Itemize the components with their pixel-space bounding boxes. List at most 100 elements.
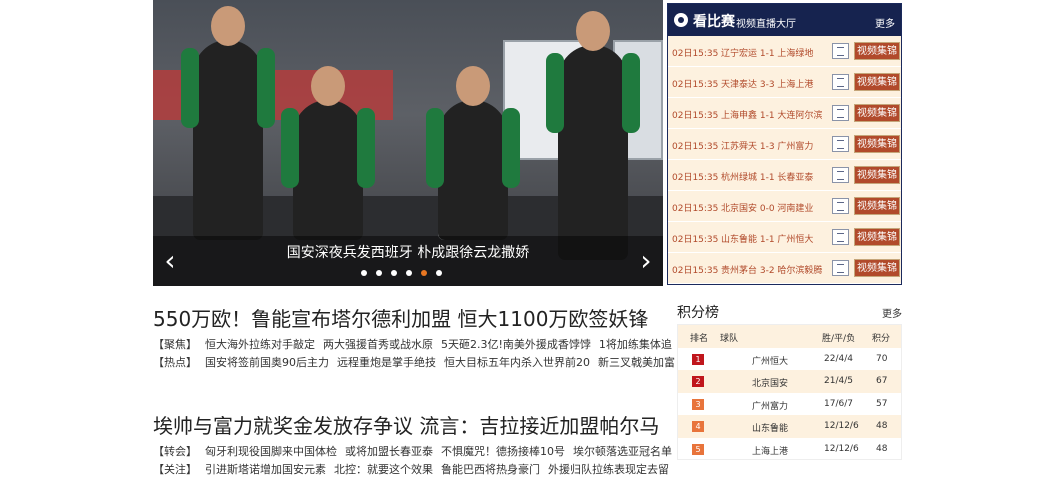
news-link[interactable]: 埃尔顿落选亚冠名单 bbox=[573, 445, 672, 458]
rank-badge: 3 bbox=[692, 398, 704, 410]
slider-dot[interactable] bbox=[436, 270, 442, 276]
team-name-link[interactable]: 上海上港 bbox=[752, 444, 788, 457]
slider-dot[interactable] bbox=[421, 270, 427, 276]
match-detail-icon[interactable] bbox=[832, 260, 849, 276]
header-record: 胜/平/负 bbox=[822, 334, 856, 344]
match-teams-link[interactable]: 山东鲁能 1-1 广州恒大 bbox=[721, 232, 813, 245]
match-teams-link[interactable]: 杭州绿城 1-1 长春亚泰 bbox=[721, 170, 813, 183]
player-figure bbox=[181, 6, 275, 240]
football-icon bbox=[674, 13, 688, 27]
news-link[interactable]: 外援归队拉练表现定去留 bbox=[548, 463, 669, 476]
standings-more-link[interactable]: 更多 bbox=[882, 305, 902, 320]
news-link[interactable]: 两大强援首秀或战水原 bbox=[323, 338, 433, 351]
match-detail-icon[interactable] bbox=[832, 74, 849, 90]
standings-table: 排名 球队 胜/平/负 积分 1 广州恒大 22/4/4 70 2 北京国安 21/4/5 6… bbox=[677, 324, 902, 460]
news-line: 【热点】 国安将签前国奥90后主力 远程重炮是掌手绝技 恒大目标五年内杀入世界前20 新… bbox=[153, 354, 683, 370]
team-record: 12/12/6 bbox=[824, 443, 859, 454]
news-link[interactable]: 匈牙利现役国脚来中国体检 bbox=[205, 445, 337, 458]
match-teams-link[interactable]: 天津泰达 3-3 上海上港 bbox=[721, 77, 813, 90]
match-detail-icon[interactable] bbox=[832, 105, 849, 121]
news-link[interactable]: 恒大目标五年内杀入世界前20 bbox=[444, 356, 590, 369]
team-name-link[interactable]: 北京国安 bbox=[752, 376, 788, 389]
match-panel-header: 看比赛 视频直播大厅 更多 bbox=[668, 4, 901, 36]
match-time: 02日15:35 bbox=[672, 111, 719, 121]
standings-rows: 1 广州恒大 22/4/4 70 2 北京国安 21/4/5 67 3 广州富力 17/6/7 57 4… bbox=[678, 348, 901, 461]
team-name-link[interactable]: 广州恒大 bbox=[752, 354, 788, 367]
news-link[interactable]: 国安将签前国奥90后主力 bbox=[205, 356, 329, 369]
slider-dots bbox=[361, 270, 442, 276]
video-highlights-button[interactable]: 视频集锦 bbox=[854, 228, 900, 246]
standings-title: 积分榜 bbox=[677, 305, 719, 321]
news-link[interactable]: 或将加盟长春亚泰 bbox=[345, 445, 433, 458]
match-teams-link[interactable]: 贵州茅台 3-2 哈尔滨毅腾 bbox=[721, 263, 822, 276]
news-link[interactable]: 北控：就要这个效果 bbox=[334, 463, 433, 476]
header-points: 积分 bbox=[872, 334, 891, 344]
match-row: 02日15:35 天津泰达 3-3 上海上港 视频集锦 bbox=[668, 67, 901, 98]
team-points: 67 bbox=[876, 376, 888, 387]
match-detail-icon[interactable] bbox=[832, 43, 849, 59]
match-row: 02日15:35 贵州茅台 3-2 哈尔滨毅腾 视频集锦 bbox=[668, 253, 901, 284]
match-row: 02日15:35 江苏舜天 1-3 广州富力 视频集锦 bbox=[668, 129, 901, 160]
video-highlights-button[interactable]: 视频集锦 bbox=[854, 259, 900, 277]
team-record: 21/4/5 bbox=[824, 376, 853, 387]
match-detail-icon[interactable] bbox=[832, 198, 849, 214]
standings-row: 5 上海上港 12/12/6 48 bbox=[678, 438, 901, 461]
headline-2[interactable]: 埃帅与富力就奖金发放存争议 流言：吉拉接近加盟帕尔马 bbox=[153, 410, 659, 439]
standings-row: 2 北京国安 21/4/5 67 bbox=[678, 370, 901, 393]
news-line: 【转会】 匈牙利现役国脚来中国体检 或将加盟长春亚泰 不惧魔咒！德扬接棒10号 埃尔顿落… bbox=[153, 443, 680, 459]
news-tag: 【聚焦】 bbox=[153, 338, 197, 351]
match-time: 02日15:35 bbox=[672, 235, 719, 245]
match-more-link[interactable]: 更多 bbox=[875, 15, 895, 30]
news-link[interactable]: 5天砸2.3亿!南美外援成香饽饽 bbox=[441, 338, 591, 351]
match-detail-icon[interactable] bbox=[832, 167, 849, 183]
player-figure bbox=[281, 66, 375, 240]
news-link[interactable]: 1将加练集体追 bbox=[599, 338, 672, 351]
slider-dot[interactable] bbox=[391, 270, 397, 276]
slider-dot[interactable] bbox=[361, 270, 367, 276]
match-row: 02日15:35 北京国安 0-0 河南建业 视频集锦 bbox=[668, 191, 901, 222]
match-detail-icon[interactable] bbox=[832, 136, 849, 152]
news-link[interactable]: 远程重炮是掌手绝技 bbox=[337, 356, 436, 369]
video-highlights-button[interactable]: 视频集锦 bbox=[854, 166, 900, 184]
video-highlights-button[interactable]: 视频集锦 bbox=[854, 42, 900, 60]
slider-dot[interactable] bbox=[376, 270, 382, 276]
news-link[interactable]: 不惧魔咒！德扬接棒10号 bbox=[441, 445, 565, 458]
news-link[interactable]: 引进斯塔诺增加国安元素 bbox=[205, 463, 326, 476]
news-tag: 【转会】 bbox=[153, 445, 197, 458]
rank-badge: 4 bbox=[692, 421, 704, 433]
video-highlights-button[interactable]: 视频集锦 bbox=[854, 135, 900, 153]
match-time: 02日15:35 bbox=[672, 49, 719, 59]
player-figure bbox=[426, 66, 520, 240]
match-time: 02日15:35 bbox=[672, 266, 719, 276]
video-highlights-button[interactable]: 视频集锦 bbox=[854, 104, 900, 122]
news-link[interactable]: 鲁能巴西将热身豪门 bbox=[441, 463, 540, 476]
video-highlights-button[interactable]: 视频集锦 bbox=[854, 73, 900, 91]
next-arrow-icon[interactable]: › bbox=[637, 243, 655, 279]
rank-badge: 2 bbox=[692, 376, 704, 388]
sports-page: 国安深夜兵发西班牙 朴成跟徐云龙撒娇 ‹ › 看比赛 视频直播大厅 更多 02日… bbox=[0, 0, 1050, 480]
news-link[interactable]: 恒大海外拉练对手敲定 bbox=[205, 338, 315, 351]
video-highlights-button[interactable]: 视频集锦 bbox=[854, 197, 900, 215]
news-link[interactable]: 新三叉戟美加富 bbox=[598, 356, 675, 369]
team-name-link[interactable]: 山东鲁能 bbox=[752, 421, 788, 434]
match-teams-link[interactable]: 江苏舜天 1-3 广州富力 bbox=[721, 139, 813, 152]
headline-1[interactable]: 550万欧！鲁能宣布塔尔德利加盟 恒大1100万欧签妖锋 bbox=[153, 303, 648, 332]
news-line: 【关注】 引进斯塔诺增加国安元素 北控：就要这个效果 鲁能巴西将热身豪门 外援归队拉练表… bbox=[153, 461, 677, 477]
news-tag: 【热点】 bbox=[153, 356, 197, 369]
match-panel-title: 看比赛 bbox=[693, 14, 735, 30]
team-name-link[interactable]: 广州富力 bbox=[752, 399, 788, 412]
team-points: 57 bbox=[876, 398, 888, 409]
slider-dot[interactable] bbox=[406, 270, 412, 276]
match-detail-icon[interactable] bbox=[832, 229, 849, 245]
match-teams-link[interactable]: 辽宁宏运 1-1 上海绿地 bbox=[721, 46, 813, 59]
hero-slider[interactable]: 国安深夜兵发西班牙 朴成跟徐云龙撒娇 ‹ › bbox=[153, 0, 663, 286]
hero-caption[interactable]: 国安深夜兵发西班牙 朴成跟徐云龙撒娇 bbox=[153, 242, 663, 262]
standings-header-row: 排名 球队 胜/平/负 积分 bbox=[678, 325, 901, 348]
prev-arrow-icon[interactable]: ‹ bbox=[161, 243, 179, 279]
team-record: 17/6/7 bbox=[824, 398, 853, 409]
match-teams-link[interactable]: 上海申鑫 1-1 大连阿尔滨 bbox=[721, 108, 822, 121]
header-rank: 排名 bbox=[690, 334, 709, 344]
news-line: 【聚焦】 恒大海外拉练对手敲定 两大强援首秀或战水原 5天砸2.3亿!南美外援成香饽饽… bbox=[153, 336, 680, 352]
match-teams-link[interactable]: 北京国安 0-0 河南建业 bbox=[721, 201, 813, 214]
match-row: 02日15:35 上海申鑫 1-1 大连阿尔滨 视频集锦 bbox=[668, 98, 901, 129]
